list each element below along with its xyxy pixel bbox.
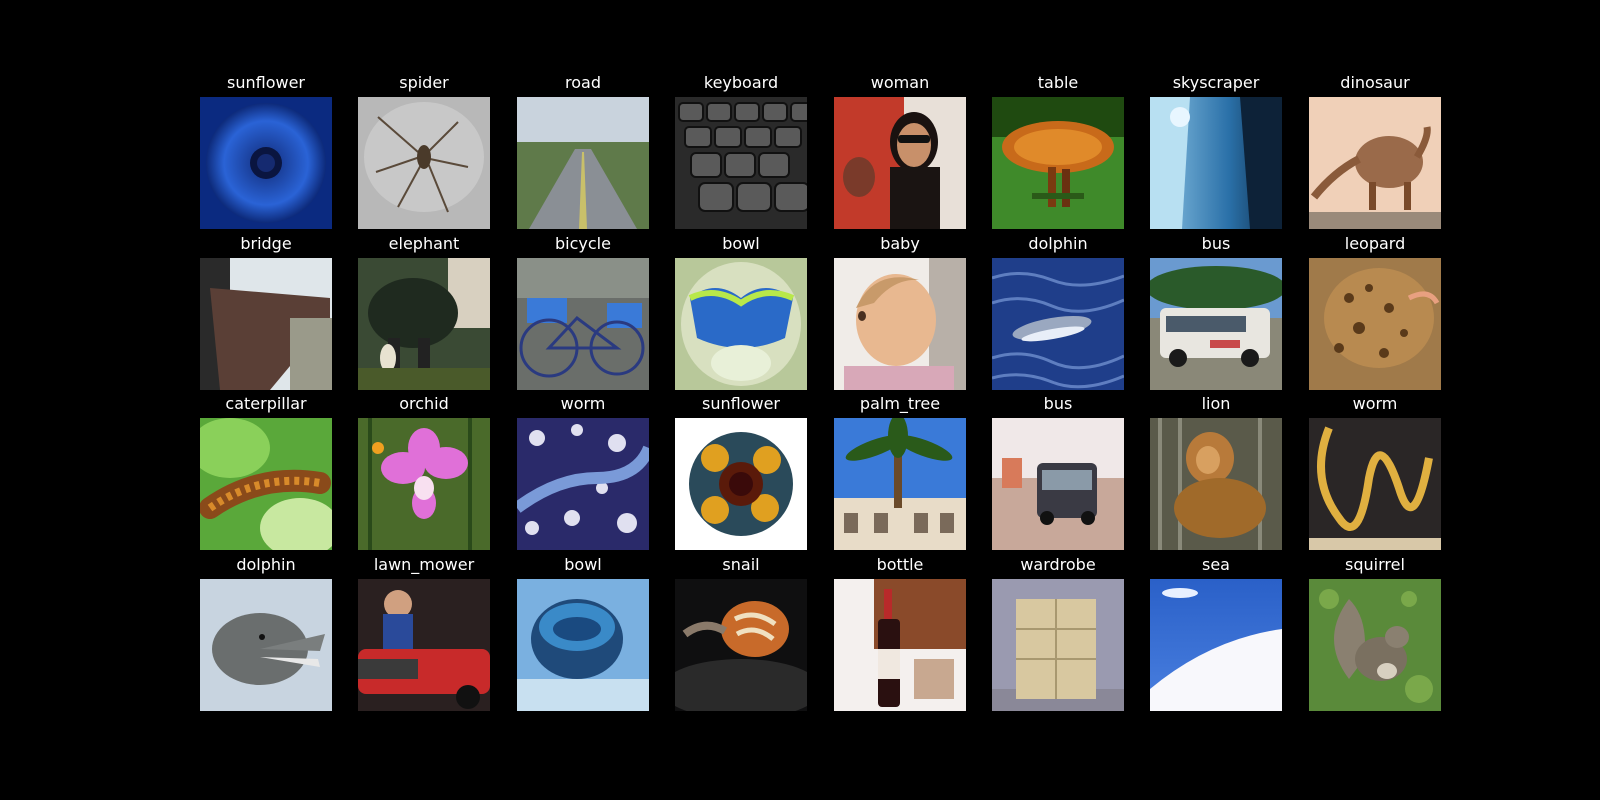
image-thumbnail: [1150, 97, 1282, 229]
image-label: worm: [1352, 394, 1398, 413]
image-label: squirrel: [1345, 555, 1405, 574]
image-label: spider: [399, 73, 449, 92]
image-thumbnail: [675, 579, 807, 711]
image-thumbnail: [200, 258, 332, 390]
image-thumbnail: [517, 418, 649, 550]
image-label: dinosaur: [1340, 73, 1410, 92]
image-label: wardrobe: [1020, 555, 1096, 574]
image-thumbnail: [834, 258, 966, 390]
image-thumbnail: [834, 579, 966, 711]
image-label: snail: [722, 555, 760, 574]
image-thumbnail: [358, 418, 490, 550]
image-thumbnail: [675, 418, 807, 550]
image-label: road: [565, 73, 601, 92]
image-thumbnail: [834, 418, 966, 550]
image-thumbnail: [1309, 258, 1441, 390]
image-thumbnail: [200, 579, 332, 711]
image-thumbnail: [992, 258, 1124, 390]
image-label: elephant: [388, 234, 460, 253]
image-thumbnail: [517, 97, 649, 229]
image-label: woman: [870, 73, 930, 92]
image-thumbnail: [992, 97, 1124, 229]
image-thumbnail: [517, 258, 649, 390]
image-label: bowl: [722, 234, 760, 253]
image-thumbnail: [1309, 97, 1441, 229]
image-thumbnail: [992, 579, 1124, 711]
image-label: table: [1037, 73, 1079, 92]
image-thumbnail: [992, 418, 1124, 550]
image-thumbnail: [358, 258, 490, 390]
image-label: sunflower: [702, 394, 780, 413]
image-thumbnail: [358, 579, 490, 711]
image-label: sea: [1202, 555, 1230, 574]
image-label: caterpillar: [225, 394, 307, 413]
image-grid: sunflower spider road keyboard woman tab…: [0, 0, 1600, 800]
image-label: keyboard: [703, 73, 779, 92]
image-label: dolphin: [236, 555, 296, 574]
image-label: bicycle: [555, 234, 611, 253]
image-label: dolphin: [1028, 234, 1088, 253]
image-thumbnail: [1150, 579, 1282, 711]
image-thumbnail: [1150, 418, 1282, 550]
image-label: leopard: [1344, 234, 1406, 253]
image-label: sunflower: [227, 73, 305, 92]
image-thumbnail: [834, 97, 966, 229]
image-label: lawn_mower: [373, 555, 475, 574]
image-label: orchid: [399, 394, 449, 413]
image-thumbnail: [358, 97, 490, 229]
image-label: bus: [1043, 394, 1073, 413]
image-thumbnail: [517, 579, 649, 711]
image-thumbnail: [675, 97, 807, 229]
image-label: palm_tree: [859, 394, 941, 413]
image-label: skyscraper: [1172, 73, 1260, 92]
image-label: baby: [880, 234, 920, 253]
image-thumbnail: [675, 258, 807, 390]
image-thumbnail: [1309, 579, 1441, 711]
image-label: bus: [1201, 234, 1231, 253]
image-thumbnail: [200, 97, 332, 229]
image-label: lion: [1201, 394, 1231, 413]
image-thumbnail: [200, 418, 332, 550]
image-label: bottle: [876, 555, 924, 574]
image-label: bridge: [240, 234, 292, 253]
image-thumbnail: [1150, 258, 1282, 390]
image-label: bowl: [564, 555, 602, 574]
image-label: worm: [560, 394, 606, 413]
image-thumbnail: [1309, 418, 1441, 550]
